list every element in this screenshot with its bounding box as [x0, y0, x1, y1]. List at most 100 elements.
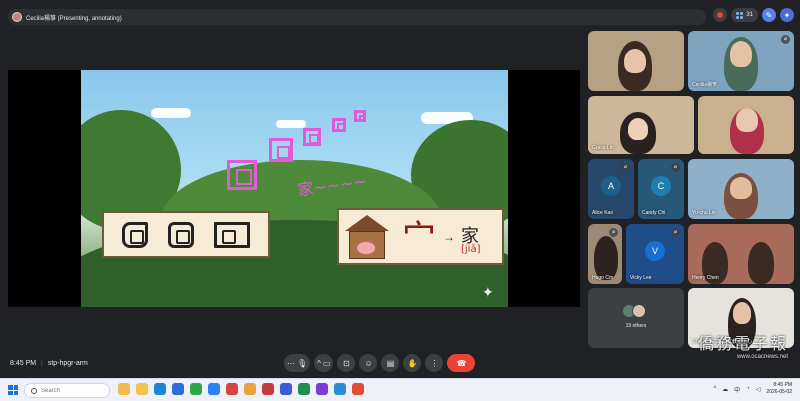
participant-tile[interactable]: Grace Lin [588, 96, 694, 154]
file-explorer-icon[interactable] [136, 383, 148, 395]
chrome-icon[interactable] [352, 383, 364, 395]
annotation-square [332, 118, 346, 132]
camera-icon: ▭ [322, 358, 331, 368]
more-vert-icon: ⋮ [430, 358, 439, 368]
cloud [276, 120, 306, 128]
wifi-icon[interactable]: ◔ [746, 386, 750, 392]
participant-tile[interactable]: ⌀ Cecilia楊箏 [688, 31, 794, 91]
video-options-button[interactable]: ^ ▭ [314, 354, 334, 372]
pen-icon: ✎ [765, 10, 773, 20]
glyph-evolution-card [102, 211, 270, 258]
participant-tile[interactable]: C ⌀ Candy Chi [638, 159, 684, 219]
edge-icon[interactable] [154, 383, 166, 395]
annotate-button[interactable]: ✎ [762, 8, 776, 22]
participant-tile[interactable]: A ⌀ Alice Kao [588, 159, 634, 219]
mic-icon: 🎙 [297, 358, 308, 368]
record-icon [717, 12, 724, 18]
raise-hand-button[interactable]: ✋ [403, 354, 422, 372]
word-icon[interactable] [280, 383, 292, 395]
cloud [151, 108, 191, 118]
speaker-icon[interactable]: ◁ [756, 386, 761, 393]
taskbar-clock[interactable]: 8:45 PM 2026-05-02 [766, 382, 792, 396]
gemini-button[interactable]: ✦ [780, 8, 794, 22]
pig-icon [356, 241, 376, 255]
others-label: 19 others [625, 322, 647, 329]
separator: | [41, 360, 43, 367]
people-icon [736, 11, 744, 19]
participant-name: Vicky Lee [630, 275, 652, 281]
avatar: A [601, 176, 621, 196]
chrome-icon[interactable] [244, 383, 256, 395]
app-icon[interactable] [316, 383, 328, 395]
search-icon [31, 387, 37, 394]
avatar: V [645, 241, 665, 261]
captions-button[interactable]: ▤ [381, 354, 400, 372]
recording-indicator[interactable] [713, 8, 728, 22]
participant-tile[interactable]: Yu-chu Lin [688, 159, 794, 219]
participants-button[interactable]: 31 [731, 8, 758, 22]
emoji-icon: ☺ [364, 358, 373, 368]
leave-call-button[interactable]: ☎ [447, 354, 476, 372]
app-icon[interactable] [334, 383, 346, 395]
participant-name: Henry Chen [692, 275, 719, 281]
watermark: 僑務電子報 www.ocacnews.net [698, 330, 788, 360]
watermark-url: www.ocacnews.net [736, 354, 788, 360]
pinyin-label: [jiā] [461, 244, 481, 255]
participant-tile[interactable]: ⌀ Hugo Cm [588, 224, 622, 284]
participant-tile[interactable] [698, 96, 794, 154]
present-button[interactable]: ⊡ [337, 354, 356, 372]
mic-off-icon: ⌀ [621, 163, 630, 172]
app-icon[interactable] [208, 383, 220, 395]
ancient-glyph [122, 221, 148, 248]
arrow-icon: → [443, 230, 455, 244]
participant-tile[interactable]: V ⌀ Vicky Lee [626, 224, 684, 284]
system-tray: ^ ☁ 中 ◔ ◁ 8:45 PM 2026-05-02 [713, 382, 792, 396]
mic-off-icon: ⌀ [671, 228, 680, 237]
presenting-status: Cecilia楊箏 (Presenting, annotating) [26, 15, 122, 22]
excel-icon[interactable] [298, 383, 310, 395]
clock-time: 8:45 PM [773, 382, 792, 388]
more-options-button[interactable]: ⋮ [425, 354, 444, 372]
participant-name: Hugo Cm [592, 275, 614, 281]
hangup-icon: ☎ [456, 358, 467, 368]
sparkle-icon: ✦ [783, 10, 791, 20]
presenter-avatar [12, 12, 22, 22]
audio-options-button[interactable]: ⋯ 🎙 [284, 354, 311, 372]
participant-name: Grace Lin [592, 145, 614, 151]
participant-tile[interactable]: Henry Chen [688, 224, 794, 284]
mic-off-icon: ⌀ [609, 228, 618, 237]
meeting-time: 8:45 PM [10, 360, 37, 367]
windows-start-icon[interactable] [8, 385, 18, 395]
annotation-square [354, 110, 366, 122]
widgets-icon[interactable] [118, 383, 130, 395]
language-icon[interactable]: 中 [734, 385, 740, 394]
app-icon[interactable] [262, 383, 274, 395]
meet-icon[interactable] [190, 383, 202, 395]
captions-icon: ▤ [386, 358, 395, 368]
meeting-info: 8:45 PM | stp-hpgr-arm [10, 360, 88, 367]
sparkle-icon: ✦ [482, 284, 494, 300]
chevron-up-icon[interactable]: ^ [713, 386, 716, 392]
slide: 家~~~~ 宀 → 家 [jiā] ✦ [81, 70, 508, 307]
taskbar-search[interactable] [24, 383, 110, 398]
avatar: C [651, 176, 671, 196]
google-icon[interactable] [226, 383, 238, 395]
watermark-logo: 僑務電子報 [697, 334, 788, 353]
cloud-icon[interactable]: ☁ [722, 386, 728, 393]
mic-off-icon: ⌀ [781, 35, 790, 44]
store-icon[interactable] [172, 383, 184, 395]
meeting-code: stp-hpgr-arm [47, 360, 88, 367]
reactions-button[interactable]: ☺ [359, 354, 378, 372]
call-controls: ⋯ 🎙 ^ ▭ ⊡ ☺ ▤ ✋ ⋮ ☎ [284, 354, 476, 372]
mic-off-icon: ⌀ [671, 163, 680, 172]
pig-house-illustration [345, 215, 389, 259]
participant-tile[interactable] [588, 31, 684, 91]
search-input[interactable] [41, 387, 101, 394]
ancient-character: 宀 [402, 218, 436, 258]
participant-count: 31 [746, 12, 753, 18]
others-tile[interactable]: 19 others [588, 288, 684, 348]
windows-taskbar: ^ ☁ 中 ◔ ◁ 8:45 PM 2026-05-02 [0, 378, 800, 401]
others-avatars [622, 303, 646, 318]
participant-name: Yu-chu Lin [692, 210, 716, 216]
participant-name: Cecilia楊箏 [692, 82, 718, 88]
